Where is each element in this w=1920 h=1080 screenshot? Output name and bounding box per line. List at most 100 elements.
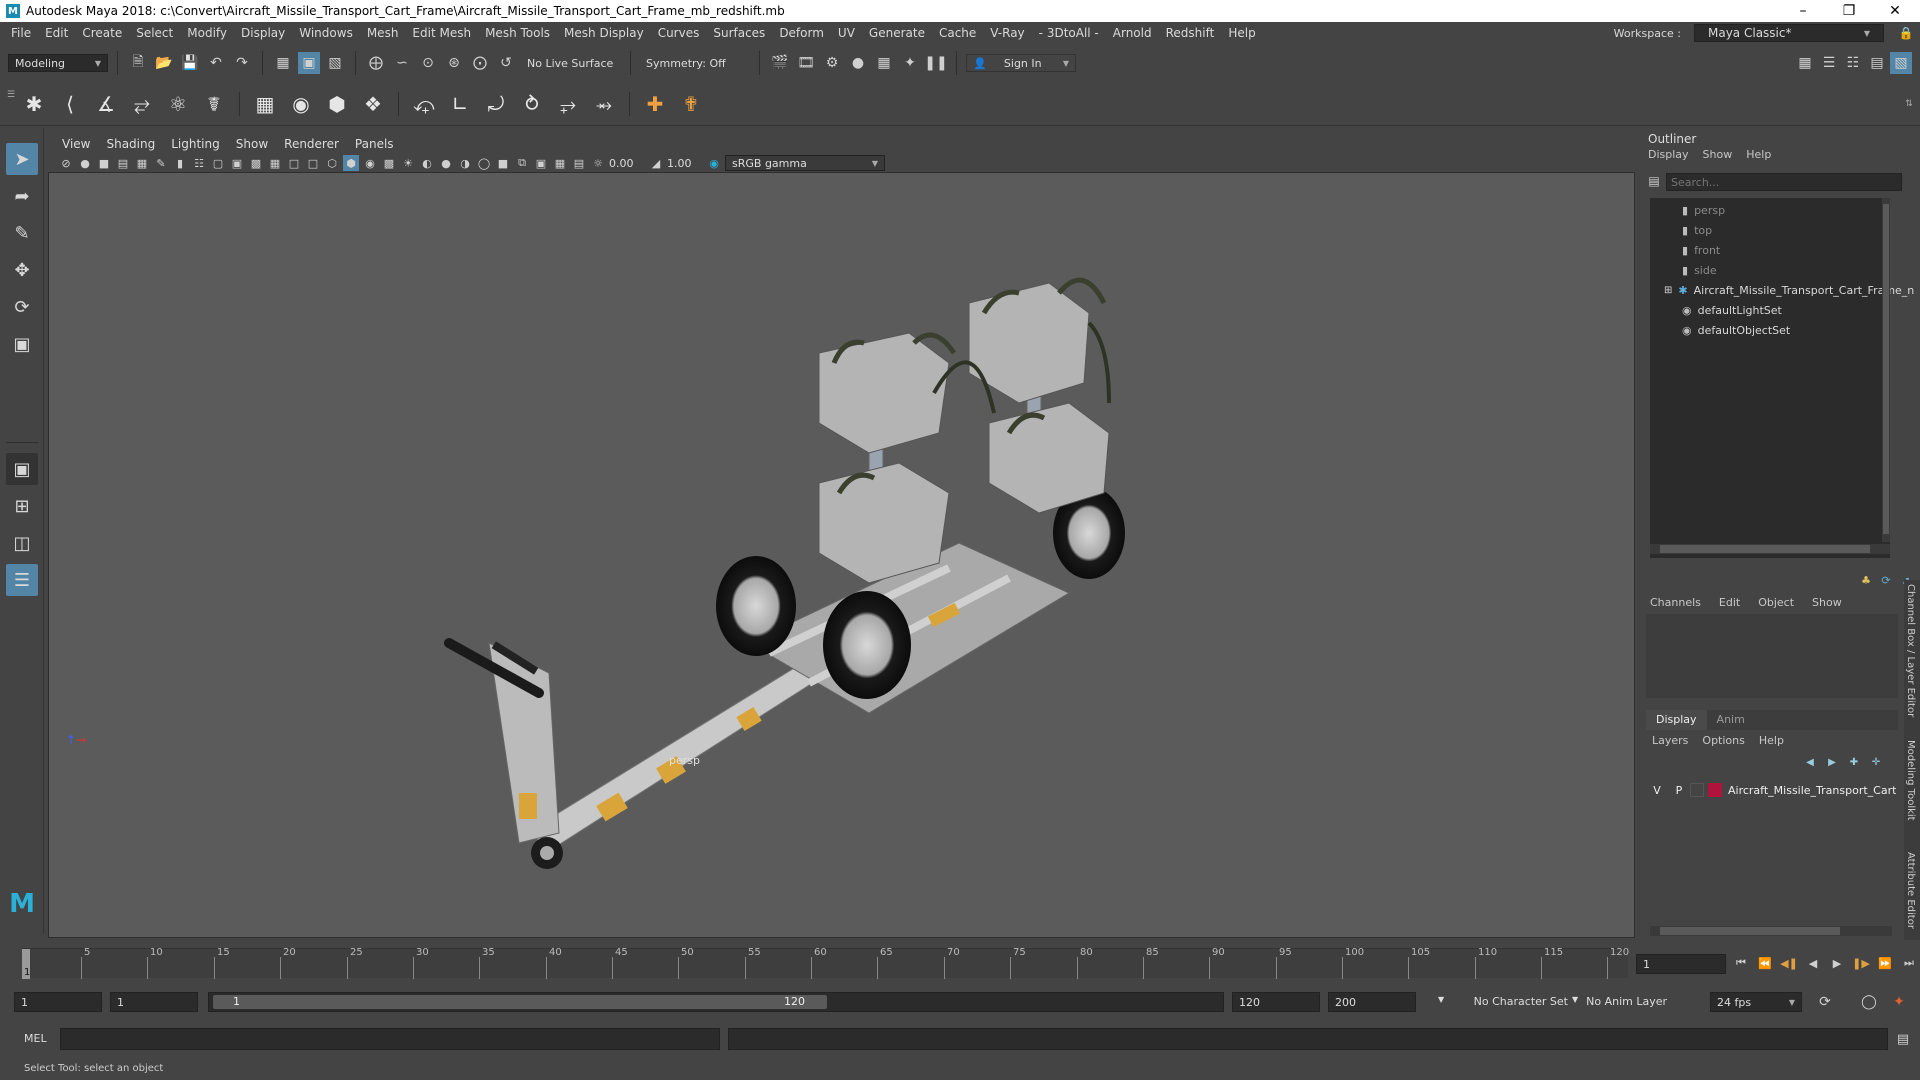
current-frame-field[interactable]: 1 [1636,954,1726,974]
auto-key-icon[interactable]: ◯ [1858,991,1880,1013]
outliner-toggle-icon[interactable]: ▤ [1866,52,1888,74]
loop-icon[interactable]: ⟳ [1814,991,1836,1013]
color-space-dropdown[interactable]: sRGB gamma ▼ [725,155,885,171]
gamma-icon[interactable]: ◢ [648,155,664,171]
new-layer-icon[interactable]: ✚ [1846,754,1862,770]
undo-icon[interactable]: ↶ [205,52,227,74]
four-view-icon[interactable]: ⊞ [6,490,38,522]
script-editor-icon[interactable]: ▤ [1892,1028,1914,1050]
workspace-dropdown[interactable]: Maya Classic* ▼ [1694,24,1884,42]
joint-tool-icon[interactable]: ✱ [18,88,50,120]
side-tab-modeling-toolkit[interactable]: Modeling Toolkit [1905,740,1916,821]
channelbox-menu-edit[interactable]: Edit [1719,596,1740,609]
rotate-tool-icon[interactable]: ⟳ [6,291,38,323]
snap-point-icon[interactable]: ⊙ [417,52,439,74]
menu-arnold[interactable]: Arnold [1106,26,1159,40]
textured-icon[interactable]: ▩ [381,155,397,171]
constraint-point-icon[interactable]: ∟ [444,88,476,120]
sign-in-button[interactable]: 👤 Sign In ▼ [966,54,1076,72]
outliner-item-default-object-set[interactable]: ◉ defaultObjectSet [1682,321,1790,339]
outliner-item-cart-group[interactable]: ⊞ ✱ Aircraft_Missile_Transport_Cart_Frame_… [1664,281,1914,299]
menu-mesh-display[interactable]: Mesh Display [557,26,651,40]
modeling-toolkit-icon[interactable]: ▦ [1794,52,1816,74]
panel-menu-renderer[interactable]: Renderer [276,137,347,151]
channelbox-menu-channels[interactable]: Channels [1650,596,1701,609]
grid-toggle-icon[interactable]: ☷ [191,155,207,171]
bookmark-2-icon[interactable]: ▮ [172,155,188,171]
select-component-icon[interactable]: ▧ [324,52,346,74]
step-forward-key-icon[interactable]: ⏩ [1874,952,1896,974]
menu-mesh[interactable]: Mesh [360,26,406,40]
time-slider[interactable]: 1 5 10 15 20 25 30 35 40 45 50 55 60 65 70 75 80 85 90 95 1… [0,944,1920,982]
render-settings-icon[interactable]: ⚙ [821,52,843,74]
menu-mesh-tools[interactable]: Mesh Tools [478,26,557,40]
render-view-icon[interactable]: ▦ [873,52,895,74]
side-tab-channel-box[interactable]: Channel Box / Layer Editor [1905,584,1916,717]
move-layer-down-icon[interactable]: ▶ [1824,754,1840,770]
outliner-vscrollbar[interactable] [1882,198,1890,542]
motion-blur-icon[interactable]: ◑ [457,155,473,171]
menu-windows[interactable]: Windows [292,26,360,40]
panel-menu-lighting[interactable]: Lighting [163,137,228,151]
xray-components-icon[interactable]: ▤ [571,155,587,171]
time-ruler[interactable]: 1 5 10 15 20 25 30 35 40 45 50 55 60 65 70 75 80 85 90 95 1… [22,947,1629,979]
menu-edit-mesh[interactable]: Edit Mesh [405,26,478,40]
exposure-value[interactable]: 0.00 [609,157,645,170]
snap-view-icon[interactable]: ⊛ [443,52,465,74]
perspective-outliner-icon[interactable]: ◫ [6,527,38,559]
depth-of-field-icon[interactable]: ■ [495,155,511,171]
quick-rig-icon[interactable]: ☤ [198,88,230,120]
menu-deform[interactable]: Deform [772,26,831,40]
channelbox-menu-object[interactable]: Object [1758,596,1794,609]
script-language-label[interactable]: MEL [24,1032,47,1045]
paint-select-tool-icon[interactable]: ✎ [6,217,38,249]
close-button[interactable]: ✕ [1872,0,1918,22]
menu-cache[interactable]: Cache [932,26,983,40]
xray-joints-icon[interactable]: ▦ [552,155,568,171]
outliner-filter-icon[interactable]: ▤ [1646,173,1662,189]
panel-menu-show[interactable]: Show [228,137,276,151]
outliner-item-side[interactable]: ▮ side [1682,261,1717,279]
menu-edit[interactable]: Edit [38,26,75,40]
lattice-icon[interactable]: ▦ [249,88,281,120]
new-layer-selected-icon[interactable]: ✛ [1868,754,1884,770]
step-back-key-icon[interactable]: ⏪ [1754,952,1776,974]
hypershade-icon[interactable]: ● [847,52,869,74]
redshift-icon[interactable]: ✦ [899,52,921,74]
playback-end-field[interactable]: 120 [1232,992,1320,1012]
step-back-frame-icon[interactable]: ◀❚ [1778,952,1800,974]
safe-action-icon[interactable]: □ [286,155,302,171]
outliner-menu-display[interactable]: Display [1648,148,1689,161]
constraint-aim-icon[interactable]: ⥅ [552,88,584,120]
maximize-button[interactable]: ❐ [1826,0,1872,22]
play-forwards-icon[interactable]: ▶ [1826,952,1848,974]
gamma-value[interactable]: 1.00 [667,157,703,170]
channel-key-icon[interactable]: ♣ [1858,572,1874,588]
channelbox-menu-show[interactable]: Show [1812,596,1842,609]
outliner-hscrollbar[interactable] [1650,544,1890,554]
panel-menu-panels[interactable]: Panels [347,137,402,151]
menu-select[interactable]: Select [129,26,180,40]
lasso-tool-icon[interactable]: ➦ [6,180,38,212]
screen-space-ao-icon[interactable]: ● [438,155,454,171]
layer-color-swatch[interactable] [1708,783,1722,797]
menu-generate[interactable]: Generate [862,26,932,40]
locator-icon[interactable]: ✚ [639,88,671,120]
field-chart-icon[interactable]: ▦ [267,155,283,171]
menu-set-dropdown[interactable]: Modeling ▼ [8,54,108,72]
minimize-button[interactable]: – [1780,0,1826,22]
live-surface-field[interactable]: No Live Surface [521,54,621,72]
outliner-menu-help[interactable]: Help [1746,148,1771,161]
save-scene-icon[interactable]: 💾 [179,52,201,74]
film-gate-icon[interactable]: ▢ [210,155,226,171]
range-slider-handle[interactable] [213,995,827,1009]
layer-menu-help[interactable]: Help [1759,734,1784,747]
custom-locator-icon[interactable]: ✟ [675,88,707,120]
channel-sync-icon[interactable]: ⟳ [1878,572,1894,588]
exposure-icon[interactable]: ☼ [590,155,606,171]
menu-vray[interactable]: V-Ray [983,26,1031,40]
new-scene-icon[interactable]: 🗎 [127,52,149,74]
tool-settings-icon[interactable]: ☷ [1842,52,1864,74]
render-current-frame-icon[interactable]: 🎬 [769,52,791,74]
move-layer-up-icon[interactable]: ◀ [1802,754,1818,770]
